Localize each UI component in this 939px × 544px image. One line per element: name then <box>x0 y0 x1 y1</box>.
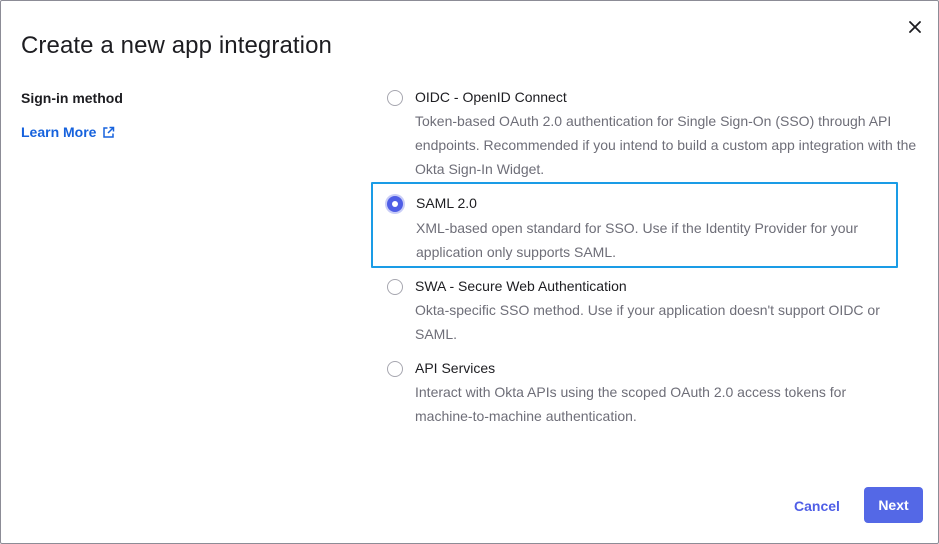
option-oidc[interactable]: OIDC - OpenID Connect Token-based OAuth … <box>374 87 916 183</box>
radio-oidc[interactable] <box>387 90 403 106</box>
option-title: SWA - Secure Web Authentication <box>415 278 627 294</box>
option-description: XML-based open standard for SSO. Use if … <box>416 220 858 260</box>
close-button[interactable] <box>903 15 927 39</box>
option-swa[interactable]: SWA - Secure Web Authentication Okta-spe… <box>374 276 896 348</box>
external-link-icon <box>103 126 115 138</box>
option-api-services[interactable]: API Services Interact with Okta APIs usi… <box>374 358 896 430</box>
option-title: SAML 2.0 <box>416 195 477 211</box>
option-title: OIDC - OpenID Connect <box>415 89 567 105</box>
dialog-title: Create a new app integration <box>21 32 333 59</box>
option-description: Interact with Okta APIs using the scoped… <box>415 384 847 424</box>
radio-saml[interactable] <box>387 196 403 212</box>
option-saml[interactable]: SAML 2.0 XML-based open standard for SSO… <box>371 182 898 268</box>
radio-api-services[interactable] <box>387 361 403 377</box>
next-button[interactable]: Next <box>864 487 923 523</box>
close-icon <box>909 21 921 33</box>
create-app-integration-dialog: Create a new app integration Sign-in met… <box>0 0 939 544</box>
option-title: API Services <box>415 360 496 376</box>
option-description: Token-based OAuth 2.0 authentication for… <box>415 113 917 177</box>
sign-in-method-label: Sign-in method <box>21 90 123 106</box>
learn-more-label: Learn More <box>21 124 97 140</box>
cancel-button[interactable]: Cancel <box>782 488 852 524</box>
radio-swa[interactable] <box>387 279 403 295</box>
option-description: Okta-specific SSO method. Use if your ap… <box>415 302 880 342</box>
learn-more-link[interactable]: Learn More <box>21 124 115 140</box>
